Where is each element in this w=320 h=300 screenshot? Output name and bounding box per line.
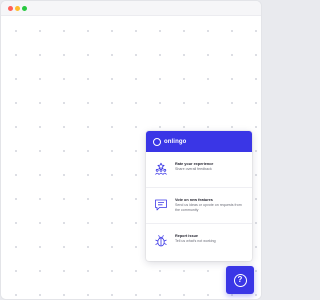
item-description: Send us ideas or upvote on requests from… [175,203,242,212]
maximize-window-button[interactable] [22,6,27,11]
feedback-widget: onlingo Rate your experience Share overa… [146,131,252,261]
vote-features-item[interactable]: Vote on new features Send us ideas or up… [146,188,252,224]
window-titlebar [1,1,261,16]
widget-header: onlingo [146,131,252,152]
question-icon: ? [233,273,247,287]
brand-name: onlingo [164,138,187,145]
item-description: Tell us what's not working [175,239,216,243]
rate-experience-item[interactable]: Rate your experience Share overall feedb… [146,152,252,188]
chat-idea-icon [154,198,168,212]
help-button[interactable]: ? [226,266,254,294]
bug-icon [154,234,168,248]
item-description: Share overall feedback [175,167,212,171]
minimize-window-button[interactable] [15,6,20,11]
close-window-button[interactable] [8,6,13,11]
brand-logo-icon [153,137,161,146]
star-people-icon [154,162,168,176]
app-window: onlingo Rate your experience Share overa… [0,0,262,300]
report-issue-item[interactable]: Report issue Tell us what's not working [146,224,252,260]
